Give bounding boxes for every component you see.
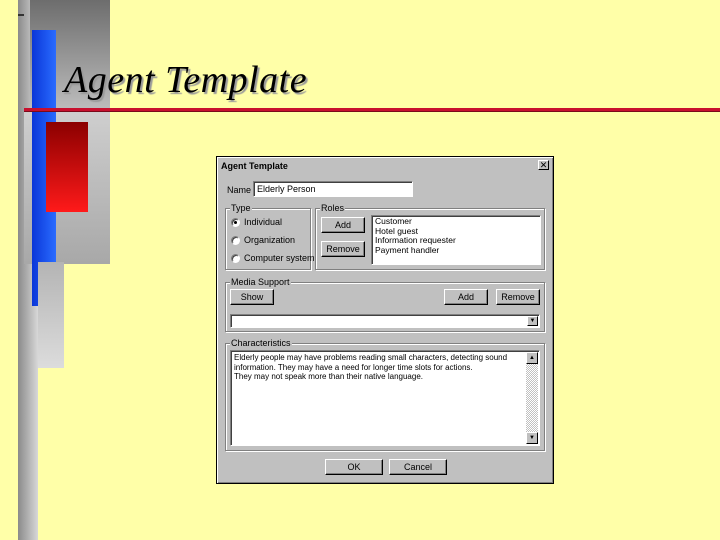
ok-button[interactable]: OK	[325, 459, 383, 475]
decor-gray-block-bottom	[38, 262, 64, 368]
media-combo[interactable]: ▼	[230, 314, 540, 328]
radio-unchecked-icon	[231, 235, 240, 245]
characteristics-text: Elderly people may have problems reading…	[234, 353, 523, 382]
decor-red-block	[46, 122, 88, 212]
text-line: They may not speak more than their nativ…	[234, 372, 423, 381]
characteristics-label: Characteristics	[230, 338, 292, 348]
slide-title: Agent Template	[64, 59, 308, 101]
agent-template-dialog: Agent Template ✕ Name Type Individual Or…	[216, 156, 554, 484]
text-line: information. They may have a need for lo…	[234, 362, 473, 372]
radio-checked-icon	[231, 217, 240, 227]
media-support-group: Media Support Show Add Remove ▼	[225, 277, 545, 332]
roles-group: Roles Add Remove Customer Hotel guest In…	[315, 203, 545, 270]
dropdown-arrow-icon[interactable]: ▼	[527, 316, 538, 326]
name-input[interactable]	[253, 181, 413, 197]
type-option-label: Computer system	[244, 253, 315, 263]
roles-list[interactable]: Customer Hotel guest Information request…	[371, 215, 541, 265]
radio-unchecked-icon	[231, 253, 240, 263]
type-group: Type Individual Organization Computer sy…	[225, 203, 315, 270]
dialog-title: Agent Template	[221, 161, 288, 171]
characteristics-group: Characteristics Elderly people may have …	[225, 338, 545, 451]
text-line: Elderly people may have problems reading…	[234, 353, 508, 362]
cancel-button[interactable]: Cancel	[389, 459, 447, 475]
name-label: Name	[227, 185, 252, 195]
roles-remove-button[interactable]: Remove	[321, 241, 365, 257]
media-show-button[interactable]: Show	[230, 289, 274, 305]
roles-group-label: Roles	[320, 203, 346, 213]
title-underline-shadow	[24, 111, 720, 112]
close-icon: ✕	[539, 160, 548, 170]
media-remove-button[interactable]: Remove	[496, 289, 540, 305]
scroll-down-icon[interactable]: ▼	[526, 432, 538, 444]
type-group-label: Type	[230, 203, 252, 213]
close-button[interactable]: ✕	[538, 160, 549, 170]
roles-add-button[interactable]: Add	[321, 217, 365, 233]
type-option-computer-system[interactable]: Computer system	[231, 253, 315, 263]
type-option-individual[interactable]: Individual	[231, 217, 282, 227]
media-support-label: Media Support	[230, 277, 291, 287]
decor-tick-mark	[18, 14, 24, 16]
type-option-organization[interactable]: Organization	[231, 235, 295, 245]
list-item[interactable]: Payment handler	[375, 245, 537, 256]
scroll-up-icon[interactable]: ▲	[526, 352, 538, 364]
type-option-label: Individual	[244, 217, 283, 227]
type-option-label: Organization	[244, 235, 296, 245]
vertical-scrollbar[interactable]: ▲ ▼	[526, 352, 538, 444]
media-add-button[interactable]: Add	[444, 289, 488, 305]
characteristics-textarea[interactable]: Elderly people may have problems reading…	[230, 350, 540, 446]
dialog-titlebar[interactable]: Agent Template ✕	[219, 159, 551, 173]
